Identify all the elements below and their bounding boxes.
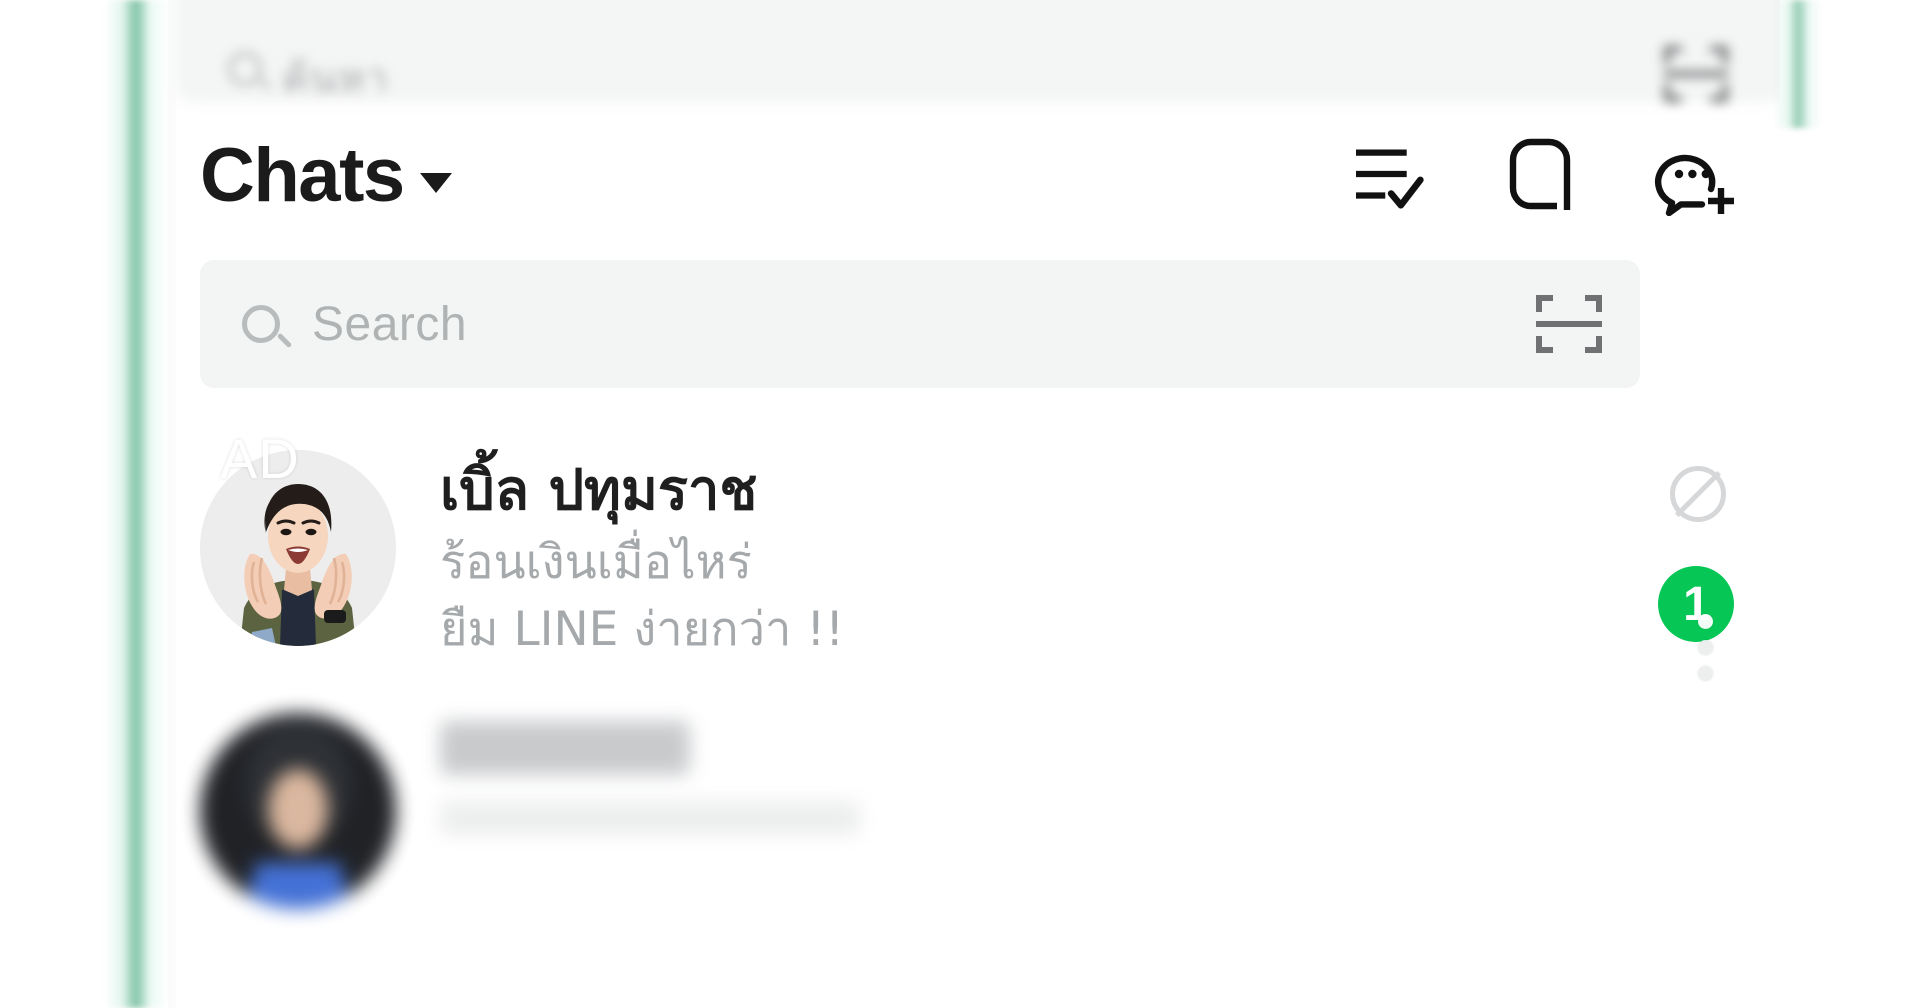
- chat-list-item[interactable]: Nachita: [176, 683, 1784, 933]
- chats-header: Chats: [176, 112, 1784, 240]
- chats-panel: ค้นหา Chats Search AD เบิ้ล ปทุมราช ร้อน…: [176, 0, 1784, 1008]
- avatar[interactable]: [200, 712, 396, 909]
- window-left-edge: [0, 0, 188, 1008]
- search-bar[interactable]: Search: [200, 260, 1640, 388]
- window-edge-green-line: [104, 0, 168, 1008]
- page-title: Chats: [200, 133, 405, 218]
- new-chat-icon[interactable]: [1648, 136, 1740, 216]
- avatar-image: [200, 712, 396, 909]
- avatar[interactable]: AD: [200, 427, 396, 646]
- background-search-bar-contents: ค้นหา: [176, 0, 1784, 128]
- chat-item-meta: [1564, 707, 1744, 909]
- block-icon[interactable]: [1670, 466, 1726, 522]
- scan-code-icon[interactable]: [1536, 295, 1602, 353]
- open-chat-icon[interactable]: [1502, 136, 1584, 216]
- chat-name: Nachita: [440, 720, 690, 775]
- search-icon: [242, 305, 280, 343]
- chats-title-dropdown[interactable]: Chats: [200, 138, 452, 214]
- chat-name: เบิ้ล ปทุมราช: [440, 458, 758, 523]
- chat-list-item[interactable]: AD เบิ้ล ปทุมราช ร้อนเงินเมื่อไหร่ ยืม L…: [176, 420, 1784, 683]
- select-chats-icon[interactable]: [1352, 137, 1438, 215]
- chevron-down-icon: [419, 173, 452, 193]
- line-chats-screen: ค้นหา Chats Search AD เบิ้ล ปทุมราช ร้อน…: [0, 0, 1920, 1008]
- avatar-photo: [200, 450, 396, 646]
- window-right-edge: [1774, 0, 1920, 1008]
- chat-item-meta: 1: [1564, 444, 1744, 681]
- search-icon: [228, 52, 262, 86]
- chat-item-text: Nachita: [440, 707, 1564, 835]
- search-input[interactable]: Search: [312, 297, 1536, 352]
- header-action-icons: [1352, 136, 1740, 216]
- chat-preview-line-2: ยืม LINE ง่ายกว่า !!: [440, 602, 845, 658]
- chat-preview-line-1: [440, 800, 860, 835]
- chat-list: AD เบิ้ล ปทุมราช ร้อนเงินเมื่อไหร่ ยืม L…: [176, 420, 1784, 933]
- avatar-image: [200, 450, 396, 646]
- unread-count-badge: 1: [1658, 566, 1734, 642]
- avatar-photo: [200, 712, 396, 909]
- window-edge-green-line: [1774, 0, 1822, 128]
- background-search-placeholder: ค้นหา: [282, 56, 389, 102]
- scan-code-icon: [1664, 46, 1728, 102]
- chat-item-text: เบิ้ล ปทุมราช ร้อนเงินเมื่อไหร่ ยืม LINE…: [440, 444, 1564, 659]
- pointer-trail-dots: [1698, 614, 1718, 692]
- chat-preview-line-1: ร้อนเงินเมื่อไหร่: [440, 535, 752, 591]
